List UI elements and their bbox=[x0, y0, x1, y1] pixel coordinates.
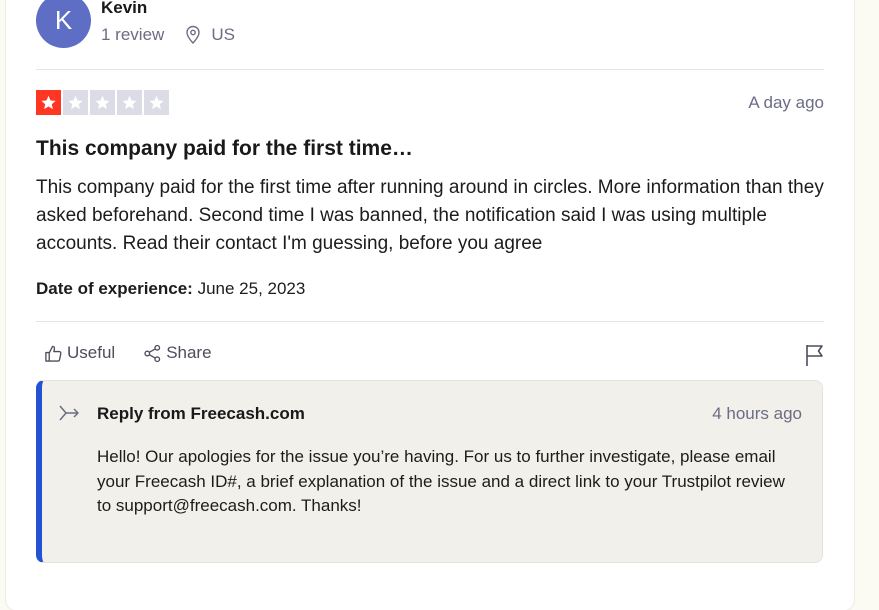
star-filled-icon bbox=[36, 90, 61, 115]
flag-icon[interactable] bbox=[804, 343, 826, 367]
share-icon bbox=[144, 344, 161, 362]
review-title[interactable]: This company paid for the first time… bbox=[36, 137, 413, 161]
useful-button[interactable]: Useful bbox=[44, 343, 115, 363]
useful-label: Useful bbox=[67, 343, 116, 362]
reply-title: Reply from Freecash.com bbox=[97, 404, 305, 423]
experience-date: June 25, 2023 bbox=[192, 279, 306, 298]
location-pin-icon bbox=[186, 25, 201, 44]
star-rating bbox=[36, 90, 169, 115]
review-body: This company paid for the first time aft… bbox=[36, 177, 824, 254]
review-actions: Useful Share bbox=[44, 343, 212, 363]
divider bbox=[36, 321, 824, 322]
reviewer-country: US bbox=[211, 25, 235, 44]
experience-label: Date of experience: bbox=[36, 279, 193, 298]
divider bbox=[36, 69, 824, 70]
star-empty-icon bbox=[63, 90, 88, 115]
avatar-letter: K bbox=[54, 5, 73, 35]
review-count: 1 review bbox=[101, 25, 165, 44]
review-relative-date: A day ago bbox=[748, 93, 824, 112]
share-label: Share bbox=[166, 343, 212, 362]
company-reply: Reply from Freecash.com 4 hours ago Hell… bbox=[36, 380, 823, 563]
star-empty-icon bbox=[117, 90, 142, 115]
star-empty-icon bbox=[90, 90, 115, 115]
share-button[interactable]: Share bbox=[143, 343, 212, 363]
reviewer-meta: 1 review US bbox=[101, 25, 235, 45]
star-empty-icon bbox=[144, 90, 169, 115]
date-of-experience: Date of experience: June 25, 2023 bbox=[36, 279, 305, 299]
reply-date: 4 hours ago bbox=[712, 404, 802, 423]
reviewer-name[interactable]: Kevin bbox=[101, 0, 147, 18]
reply-body: Hello! Our apologies for the issue you’r… bbox=[97, 447, 785, 515]
thumbs-up-icon bbox=[45, 345, 62, 362]
reply-arrow-icon bbox=[59, 405, 79, 421]
